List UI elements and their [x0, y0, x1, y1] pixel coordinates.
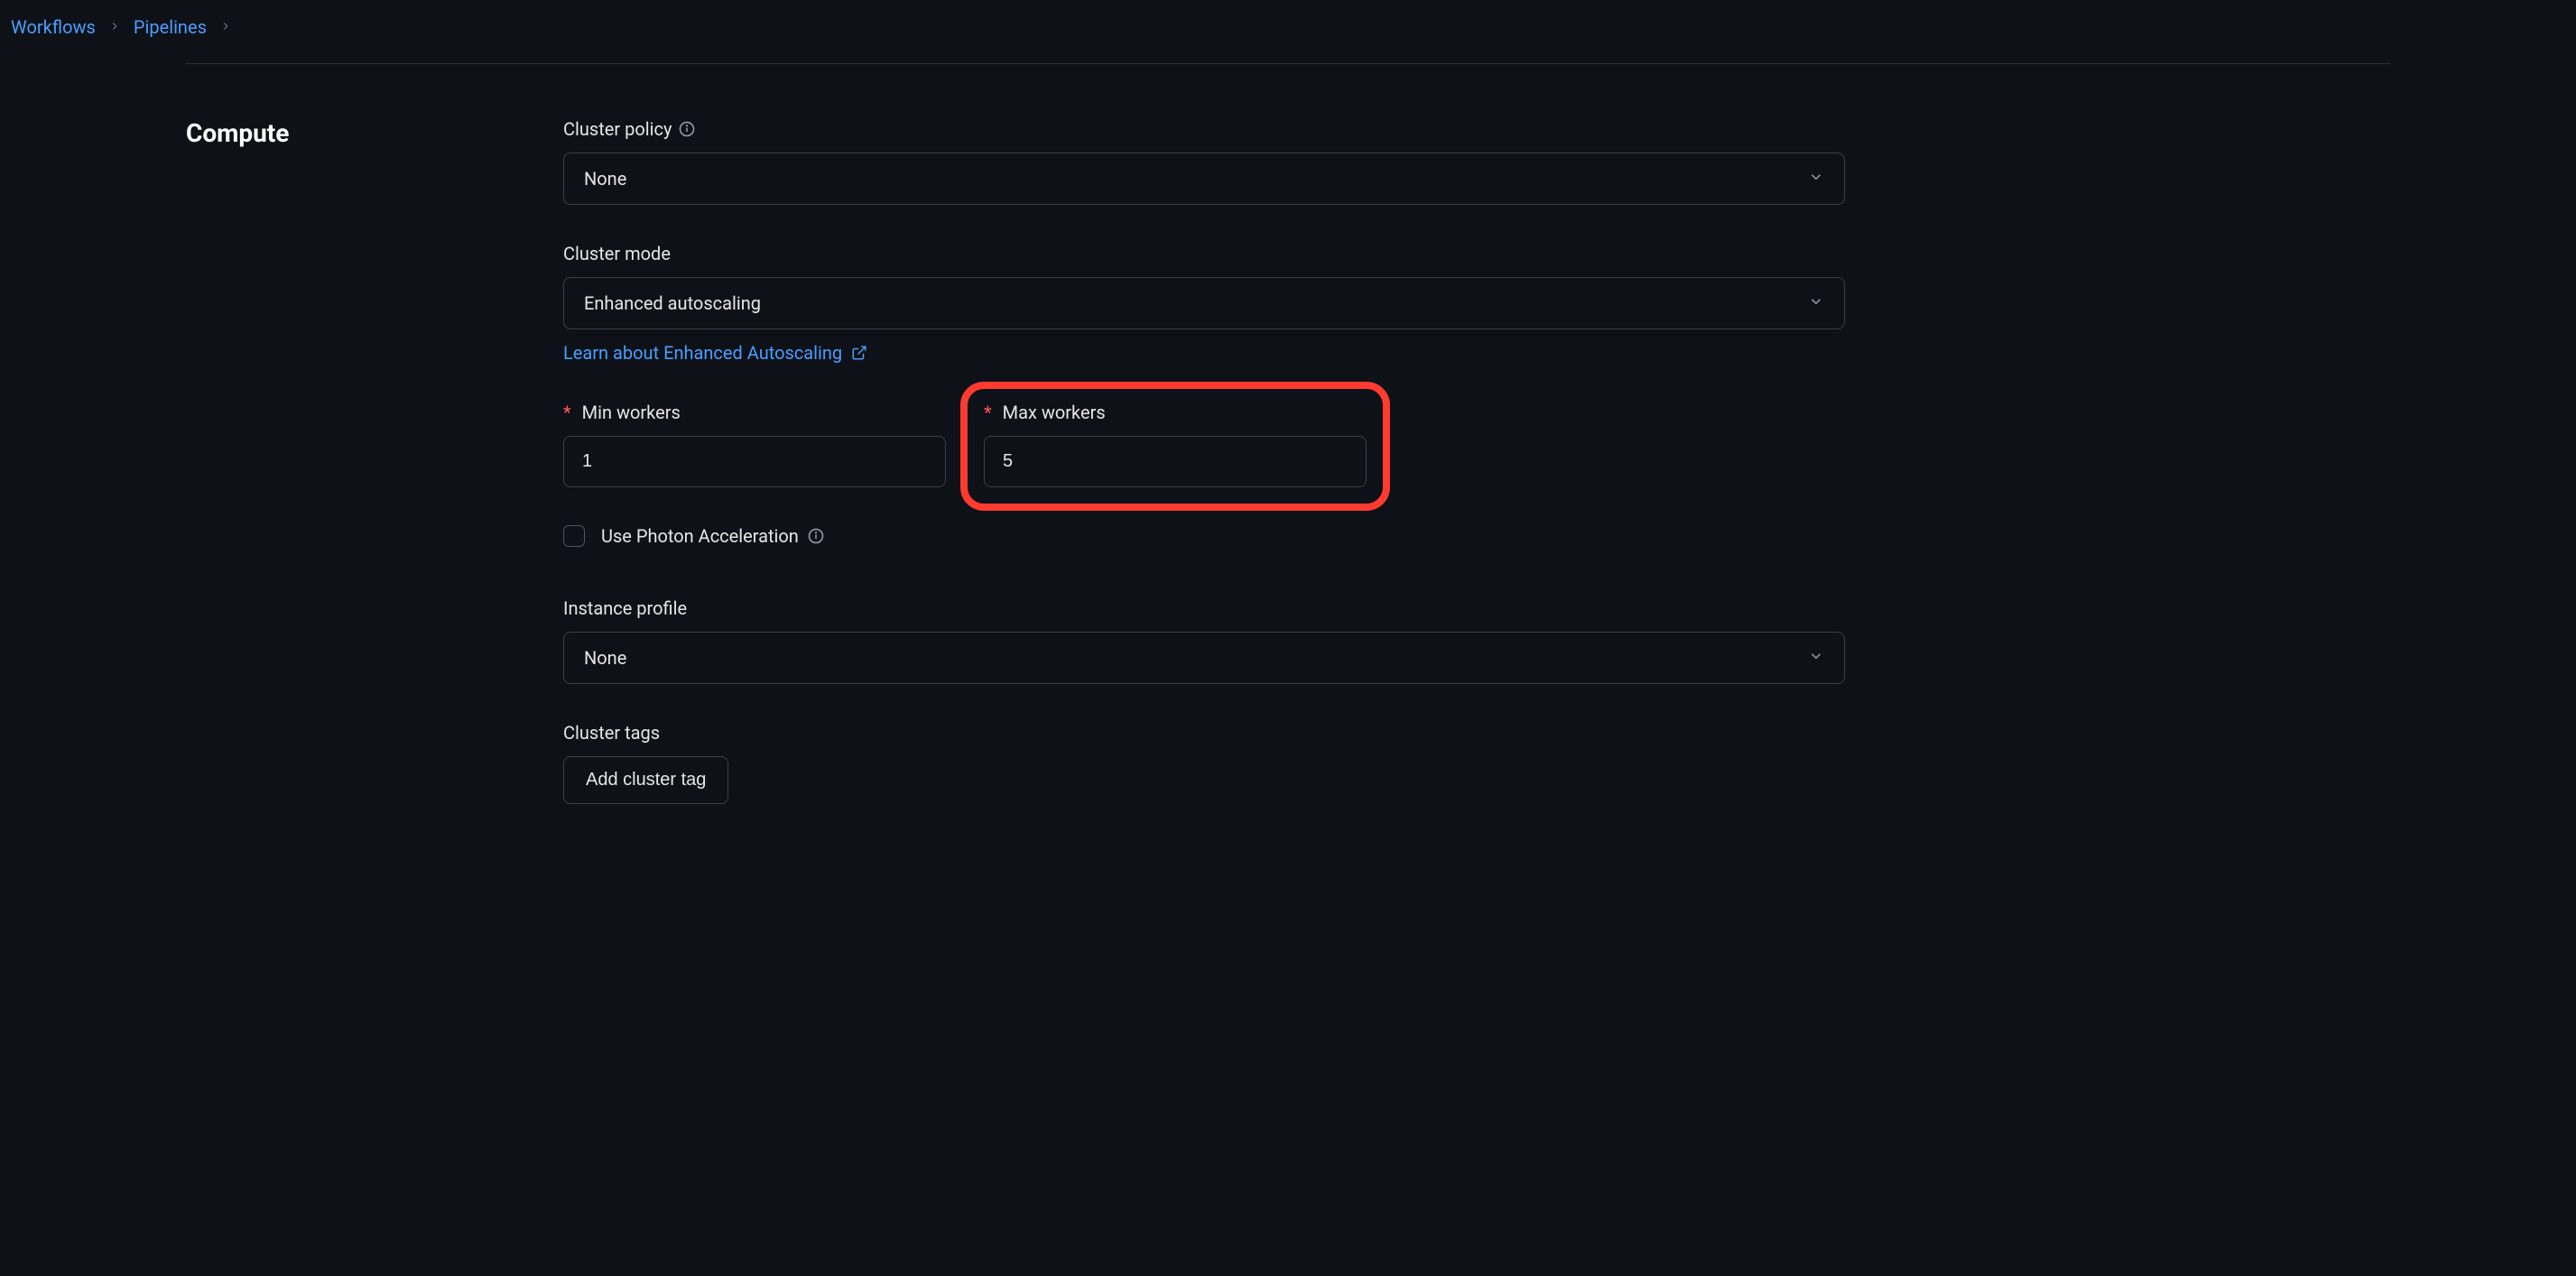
breadcrumb-link-workflows[interactable]: Workflows: [11, 16, 96, 38]
min-workers-label: * Min workers: [563, 402, 946, 423]
cluster-mode-value: Enhanced autoscaling: [584, 292, 761, 314]
field-cluster-tags: Cluster tags Add cluster tag: [563, 722, 1845, 804]
chevron-down-icon: [1808, 168, 1824, 190]
section-title: Compute: [186, 118, 563, 148]
section-heading-wrap: Compute: [186, 118, 563, 842]
max-workers-label-text: Max workers: [1003, 402, 1106, 423]
content: Compute Cluster policy None Cluster mode: [186, 63, 2390, 842]
instance-profile-label-text: Instance profile: [563, 597, 687, 619]
max-workers-label: * Max workers: [984, 402, 1367, 423]
field-instance-profile: Instance profile None: [563, 597, 1845, 684]
cluster-policy-select[interactable]: None: [563, 153, 1845, 205]
instance-profile-value: None: [584, 647, 626, 669]
instance-profile-select[interactable]: None: [563, 632, 1845, 684]
cluster-mode-select[interactable]: Enhanced autoscaling: [563, 277, 1845, 329]
cluster-policy-label: Cluster policy: [563, 118, 1845, 140]
breadcrumb: Workflows Pipelines: [0, 0, 2576, 63]
cluster-policy-label-text: Cluster policy: [563, 118, 672, 140]
min-workers-label-text: Min workers: [582, 402, 681, 423]
photon-label: Use Photon Acceleration: [601, 525, 824, 547]
min-workers-input[interactable]: [563, 436, 946, 487]
max-workers-input[interactable]: [984, 436, 1367, 487]
required-asterisk: *: [563, 402, 571, 423]
learn-autoscaling-link-text: Learn about Enhanced Autoscaling: [563, 342, 842, 364]
info-icon[interactable]: [808, 528, 824, 544]
info-icon[interactable]: [679, 121, 695, 137]
chevron-down-icon: [1808, 292, 1824, 314]
required-asterisk: *: [984, 402, 992, 423]
field-cluster-policy: Cluster policy None: [563, 118, 1845, 205]
min-workers-col: * Min workers: [563, 402, 946, 487]
cluster-tags-label-text: Cluster tags: [563, 722, 660, 744]
photon-label-text: Use Photon Acceleration: [601, 525, 799, 547]
cluster-mode-label: Cluster mode: [563, 243, 1845, 264]
learn-autoscaling-link[interactable]: Learn about Enhanced Autoscaling: [563, 342, 867, 364]
photon-checkbox[interactable]: [563, 525, 585, 547]
cluster-policy-value: None: [584, 168, 626, 190]
field-cluster-mode: Cluster mode Enhanced autoscaling Learn …: [563, 243, 1845, 364]
add-cluster-tag-button-text: Add cluster tag: [586, 770, 706, 791]
external-link-icon: [851, 345, 867, 361]
max-workers-col: * Max workers: [982, 402, 1367, 487]
chevron-down-icon: [1808, 647, 1824, 669]
field-workers: * Min workers * Max workers: [563, 402, 1845, 487]
cluster-mode-label-text: Cluster mode: [563, 243, 671, 264]
form-column: Cluster policy None Cluster mode Enhance…: [563, 118, 1845, 842]
instance-profile-label: Instance profile: [563, 597, 1845, 619]
chevron-right-icon: [219, 19, 232, 36]
cluster-tags-label: Cluster tags: [563, 722, 1845, 744]
chevron-right-icon: [108, 19, 121, 36]
photon-row: Use Photon Acceleration: [563, 525, 1845, 547]
workers-row: * Min workers * Max workers: [563, 402, 1845, 487]
add-cluster-tag-button[interactable]: Add cluster tag: [563, 756, 728, 804]
breadcrumb-link-pipelines[interactable]: Pipelines: [134, 16, 207, 38]
max-workers-highlight: * Max workers: [960, 382, 1390, 511]
